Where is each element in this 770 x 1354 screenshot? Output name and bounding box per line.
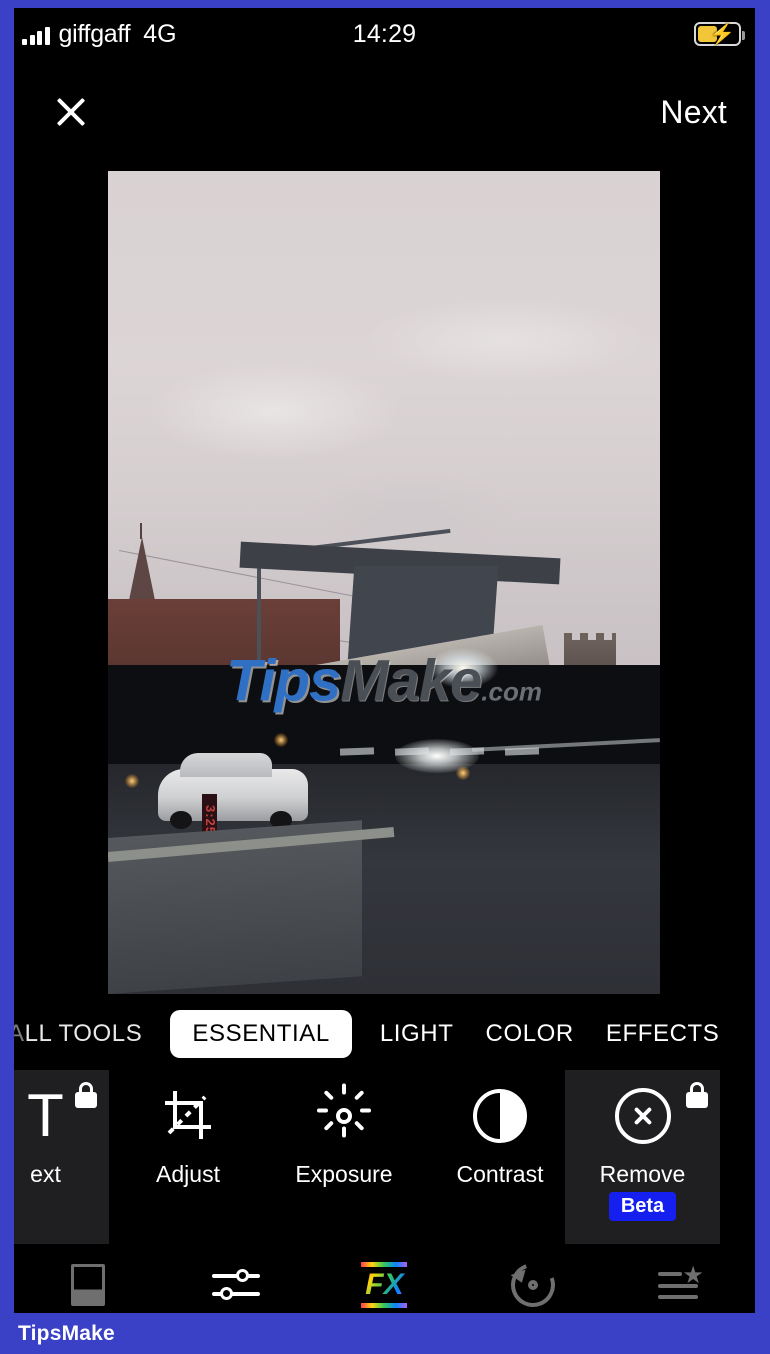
- photo-car: [157, 753, 308, 830]
- close-x-icon[interactable]: [50, 91, 92, 133]
- contrast-circle-icon: [434, 1070, 566, 1162]
- tool-category-tabs: ALL TOOLS ESSENTIAL LIGHT COLOR EFFECTS: [14, 1004, 755, 1064]
- photo-warm-light: [273, 733, 288, 748]
- tab-light[interactable]: LIGHT: [364, 1020, 470, 1048]
- status-bar: giffgaff 4G 14:29 ⚡: [14, 8, 755, 60]
- tool-adjust[interactable]: Adjust: [122, 1070, 254, 1244]
- battery-charging-icon: ⚡: [694, 22, 745, 46]
- tab-all-tools-faded-letter: A: [14, 1020, 25, 1047]
- lock-icon: [686, 1082, 708, 1108]
- tool-contrast[interactable]: Contrast: [434, 1070, 566, 1244]
- tool-remove-label: Remove: [599, 1161, 686, 1187]
- status-bar-right: ⚡: [694, 22, 745, 46]
- nav-effects[interactable]: FX: [344, 1260, 424, 1310]
- tool-strip: T ext Adjust Exposure Contrast Remove Be…: [14, 1070, 755, 1244]
- tool-text[interactable]: T ext: [14, 1070, 109, 1244]
- beta-badge: Beta: [608, 1192, 677, 1221]
- editor-top-bar: Next: [14, 60, 755, 164]
- photo-warm-light: [124, 774, 139, 789]
- nav-adjust-sliders[interactable]: [196, 1260, 276, 1310]
- next-button[interactable]: Next: [660, 94, 727, 131]
- tool-exposure-label: Exposure: [295, 1161, 393, 1187]
- undo-revert-icon: [503, 1255, 562, 1313]
- tab-all-tools[interactable]: ALL TOOLS: [14, 1020, 158, 1048]
- sliders-adjust-icon: [212, 1265, 261, 1305]
- screenshot-frame: giffgaff 4G 14:29 ⚡ Next 3:25 TipsMake.c…: [0, 0, 770, 1354]
- tab-essential[interactable]: ESSENTIAL: [170, 1010, 352, 1058]
- tool-contrast-label: Contrast: [456, 1161, 544, 1187]
- tool-exposure[interactable]: Exposure: [278, 1070, 410, 1244]
- nav-photo-frame[interactable]: [48, 1260, 128, 1310]
- crop-adjust-icon: [122, 1070, 254, 1162]
- tab-effects[interactable]: EFFECTS: [590, 1020, 736, 1048]
- clock-label: 14:29: [352, 19, 417, 48]
- photo-warm-light: [455, 766, 470, 781]
- tab-all-tools-label: LL TOOLS: [24, 1020, 143, 1047]
- nav-undo[interactable]: [493, 1255, 573, 1313]
- nav-presets[interactable]: ★: [641, 1260, 721, 1310]
- footer-brand-label: TipsMake: [18, 1321, 115, 1345]
- photo-frame-icon: [71, 1263, 106, 1306]
- phone-screen: giffgaff 4G 14:29 ⚡ Next 3:25 TipsMake.c…: [14, 8, 755, 1313]
- tool-adjust-label: Adjust: [156, 1161, 220, 1187]
- tab-color[interactable]: COLOR: [470, 1020, 590, 1048]
- list-star-icon: ★: [657, 1263, 704, 1304]
- lock-icon: [75, 1082, 97, 1108]
- photo-canvas-area: 3:25 TipsMake.com: [14, 164, 755, 1004]
- photo-preview[interactable]: 3:25 TipsMake.com: [108, 171, 660, 994]
- sun-exposure-icon: [278, 1070, 410, 1162]
- tool-text-label: ext: [30, 1161, 61, 1187]
- tool-remove[interactable]: Remove Beta: [565, 1070, 720, 1244]
- footer-brand-bar: TipsMake: [0, 1313, 770, 1354]
- fx-effects-icon: FX: [361, 1261, 408, 1308]
- photo-road-shadow: [108, 664, 660, 764]
- charging-bolt-icon: ⚡: [709, 23, 736, 46]
- bottom-nav-bar: FX ★: [14, 1255, 755, 1313]
